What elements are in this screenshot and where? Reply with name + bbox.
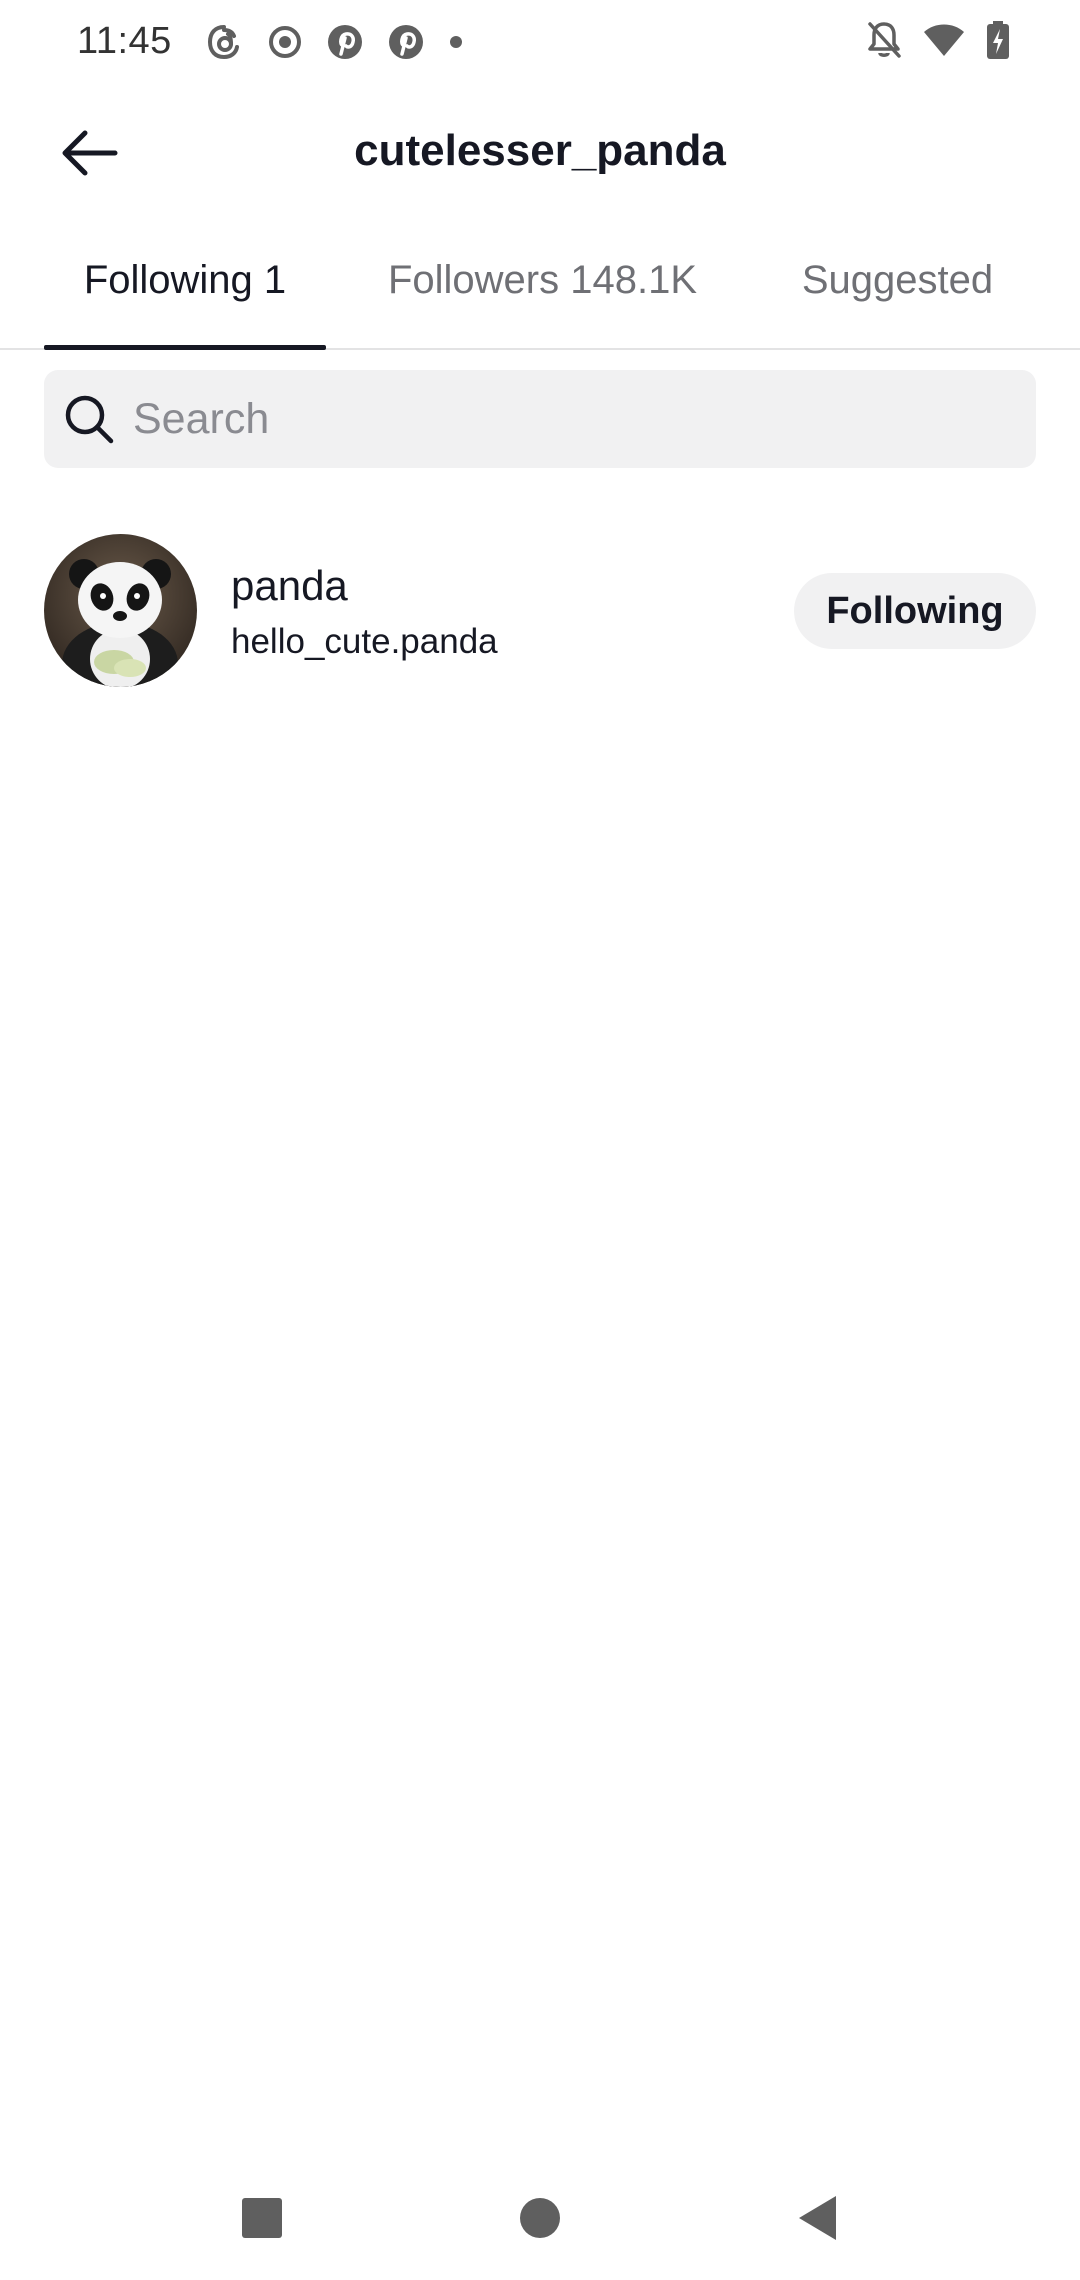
- status-system-icons: [846, 20, 1010, 60]
- search-box[interactable]: [44, 370, 1036, 468]
- following-button[interactable]: Following: [794, 573, 1036, 649]
- home-circle-icon: [518, 2196, 562, 2245]
- avatar[interactable]: [44, 534, 197, 687]
- user-name[interactable]: panda: [231, 562, 348, 610]
- system-back-button[interactable]: [788, 2190, 848, 2250]
- recents-square-icon: [240, 2196, 284, 2245]
- list-item[interactable]: panda hello_cute.panda Following: [0, 530, 1080, 690]
- page-title: cutelesser_panda: [354, 126, 726, 175]
- tab-following[interactable]: Following 1: [44, 258, 326, 346]
- battery-charging-icon: [986, 20, 1010, 60]
- status-bar: 11:45: [0, 0, 1080, 88]
- panda-avatar: [44, 534, 197, 687]
- status-notification-icons: [204, 22, 487, 62]
- header: cutelesser_panda: [0, 100, 1080, 210]
- search-input[interactable]: [131, 378, 1036, 460]
- pinterest-icon: [326, 23, 364, 61]
- wifi-icon: [922, 22, 966, 58]
- tab-bar: Following 1 Followers 148.1K Suggested: [0, 236, 1080, 350]
- status-time: 11:45: [77, 20, 172, 62]
- system-nav-bar: [0, 2160, 1080, 2280]
- active-tab-indicator: [44, 345, 326, 350]
- back-triangle-icon: [796, 2194, 840, 2247]
- tab-suggested[interactable]: Suggested: [770, 258, 1025, 346]
- pinterest-icon: [387, 23, 425, 61]
- dot-icon: [448, 34, 464, 50]
- record-icon: [267, 24, 303, 60]
- search-icon: [61, 391, 117, 447]
- tab-followers[interactable]: Followers 148.1K: [370, 258, 715, 346]
- threads-icon: [204, 22, 244, 62]
- home-button[interactable]: [510, 2190, 570, 2250]
- notifications-muted-icon: [866, 20, 902, 60]
- user-handle[interactable]: hello_cute.panda: [231, 622, 498, 662]
- recents-button[interactable]: [232, 2190, 292, 2250]
